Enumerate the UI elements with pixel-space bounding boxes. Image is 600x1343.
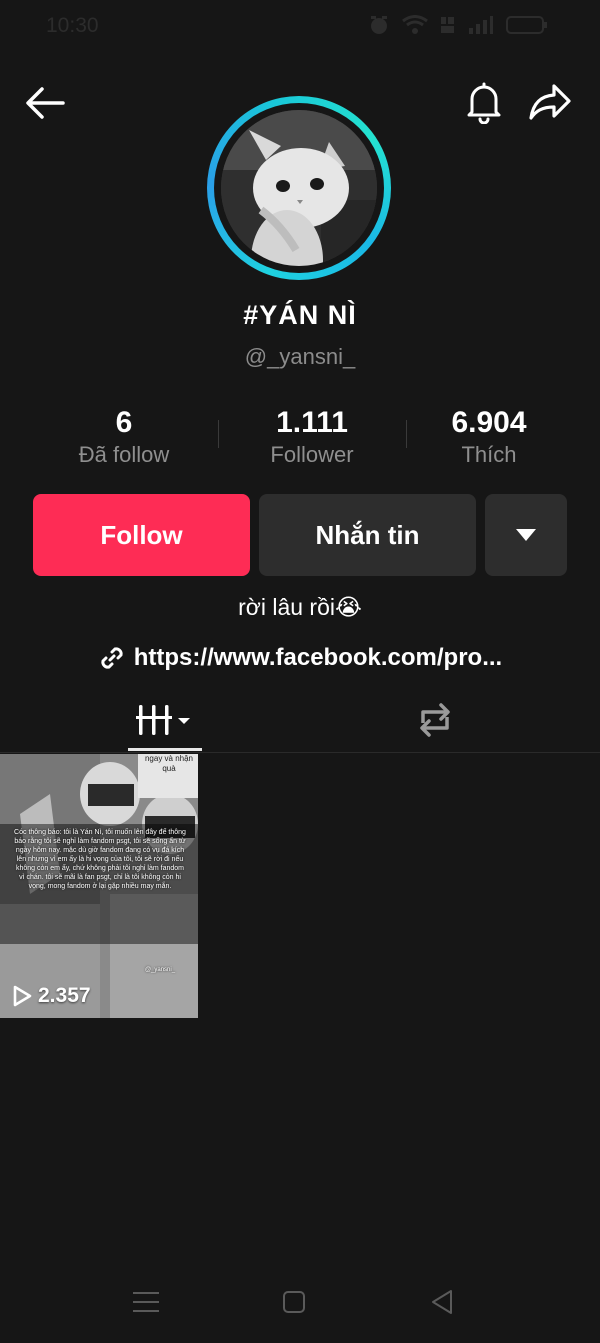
video-views-value: 2.357 [38, 984, 91, 1007]
likes-label: Thích [461, 442, 517, 467]
bio: rời lâu rồi😭 [238, 594, 362, 620]
repost-icon [420, 703, 450, 737]
follow-button[interactable]: Follow [33, 494, 250, 576]
profile-link[interactable]: https://www.facebook.com/pro... [0, 644, 600, 672]
active-tab-indicator [128, 748, 202, 751]
grid-lines-icon [136, 705, 190, 735]
menu-icon [133, 1292, 159, 1312]
video-thumbnail[interactable]: ngay và nhận quà Cóc thông báo: tôi là Y… [0, 754, 198, 1018]
profile-link-text: https://www.facebook.com/pro... [133, 644, 503, 671]
nav-back-button[interactable] [424, 1285, 460, 1319]
share-button[interactable] [524, 78, 576, 126]
bell-icon [467, 82, 501, 124]
stat-divider [406, 420, 407, 448]
notification-bell-button[interactable] [460, 78, 508, 126]
video-watermark: @_yansni_ [144, 967, 176, 973]
followers-count: 1.111 [276, 406, 348, 439]
cat-photo [221, 110, 377, 266]
followers-label: Follower [270, 442, 354, 467]
nav-menu-button[interactable] [128, 1285, 164, 1319]
wifi-icon [402, 15, 428, 34]
video-view-count: 2.357 [12, 984, 91, 1008]
stat-followers[interactable]: 1.111 Follower [228, 406, 396, 468]
avatar [221, 110, 377, 266]
signal-icon [469, 16, 493, 34]
nav-home-button[interactable] [276, 1285, 312, 1319]
video-overlay-top-text: ngay và nhận quà [144, 754, 194, 773]
battery-icon [506, 16, 547, 34]
message-button[interactable]: Nhắn tin [259, 494, 476, 576]
suggested-accounts-button[interactable] [485, 494, 567, 576]
tab-videos[interactable] [128, 692, 202, 748]
share-arrow-icon [529, 84, 571, 120]
username: @_yansni_ [244, 344, 356, 369]
likes-count: 6.904 [451, 406, 527, 439]
status-bar: 10:30 [0, 0, 600, 56]
caret-down-icon [516, 529, 536, 541]
status-icons [368, 14, 548, 36]
following-count: 6 [115, 406, 133, 439]
following-label: Đã follow [78, 442, 170, 467]
display-name: #YÁN NÌ [243, 300, 357, 330]
home-square-icon [283, 1291, 305, 1313]
volte-icon [441, 17, 454, 33]
stat-divider [218, 420, 219, 448]
stat-following[interactable]: 6 Đã follow [40, 406, 208, 468]
tab-divider [0, 752, 600, 753]
link-icon [101, 647, 123, 669]
alarm-icon [371, 16, 387, 34]
video-overlay-text: Cóc thông báo: tôi là Yán Nì, tôi muốn l… [14, 829, 186, 890]
avatar-story-ring[interactable] [207, 96, 391, 280]
stat-likes[interactable]: 6.904 Thích [412, 406, 566, 468]
triangle-back-icon [432, 1290, 452, 1314]
tab-reposts[interactable] [396, 692, 474, 748]
back-button[interactable] [20, 78, 70, 128]
status-time: 10:30 [46, 14, 99, 37]
play-icon [13, 985, 32, 1007]
arrow-left-icon [26, 87, 65, 119]
